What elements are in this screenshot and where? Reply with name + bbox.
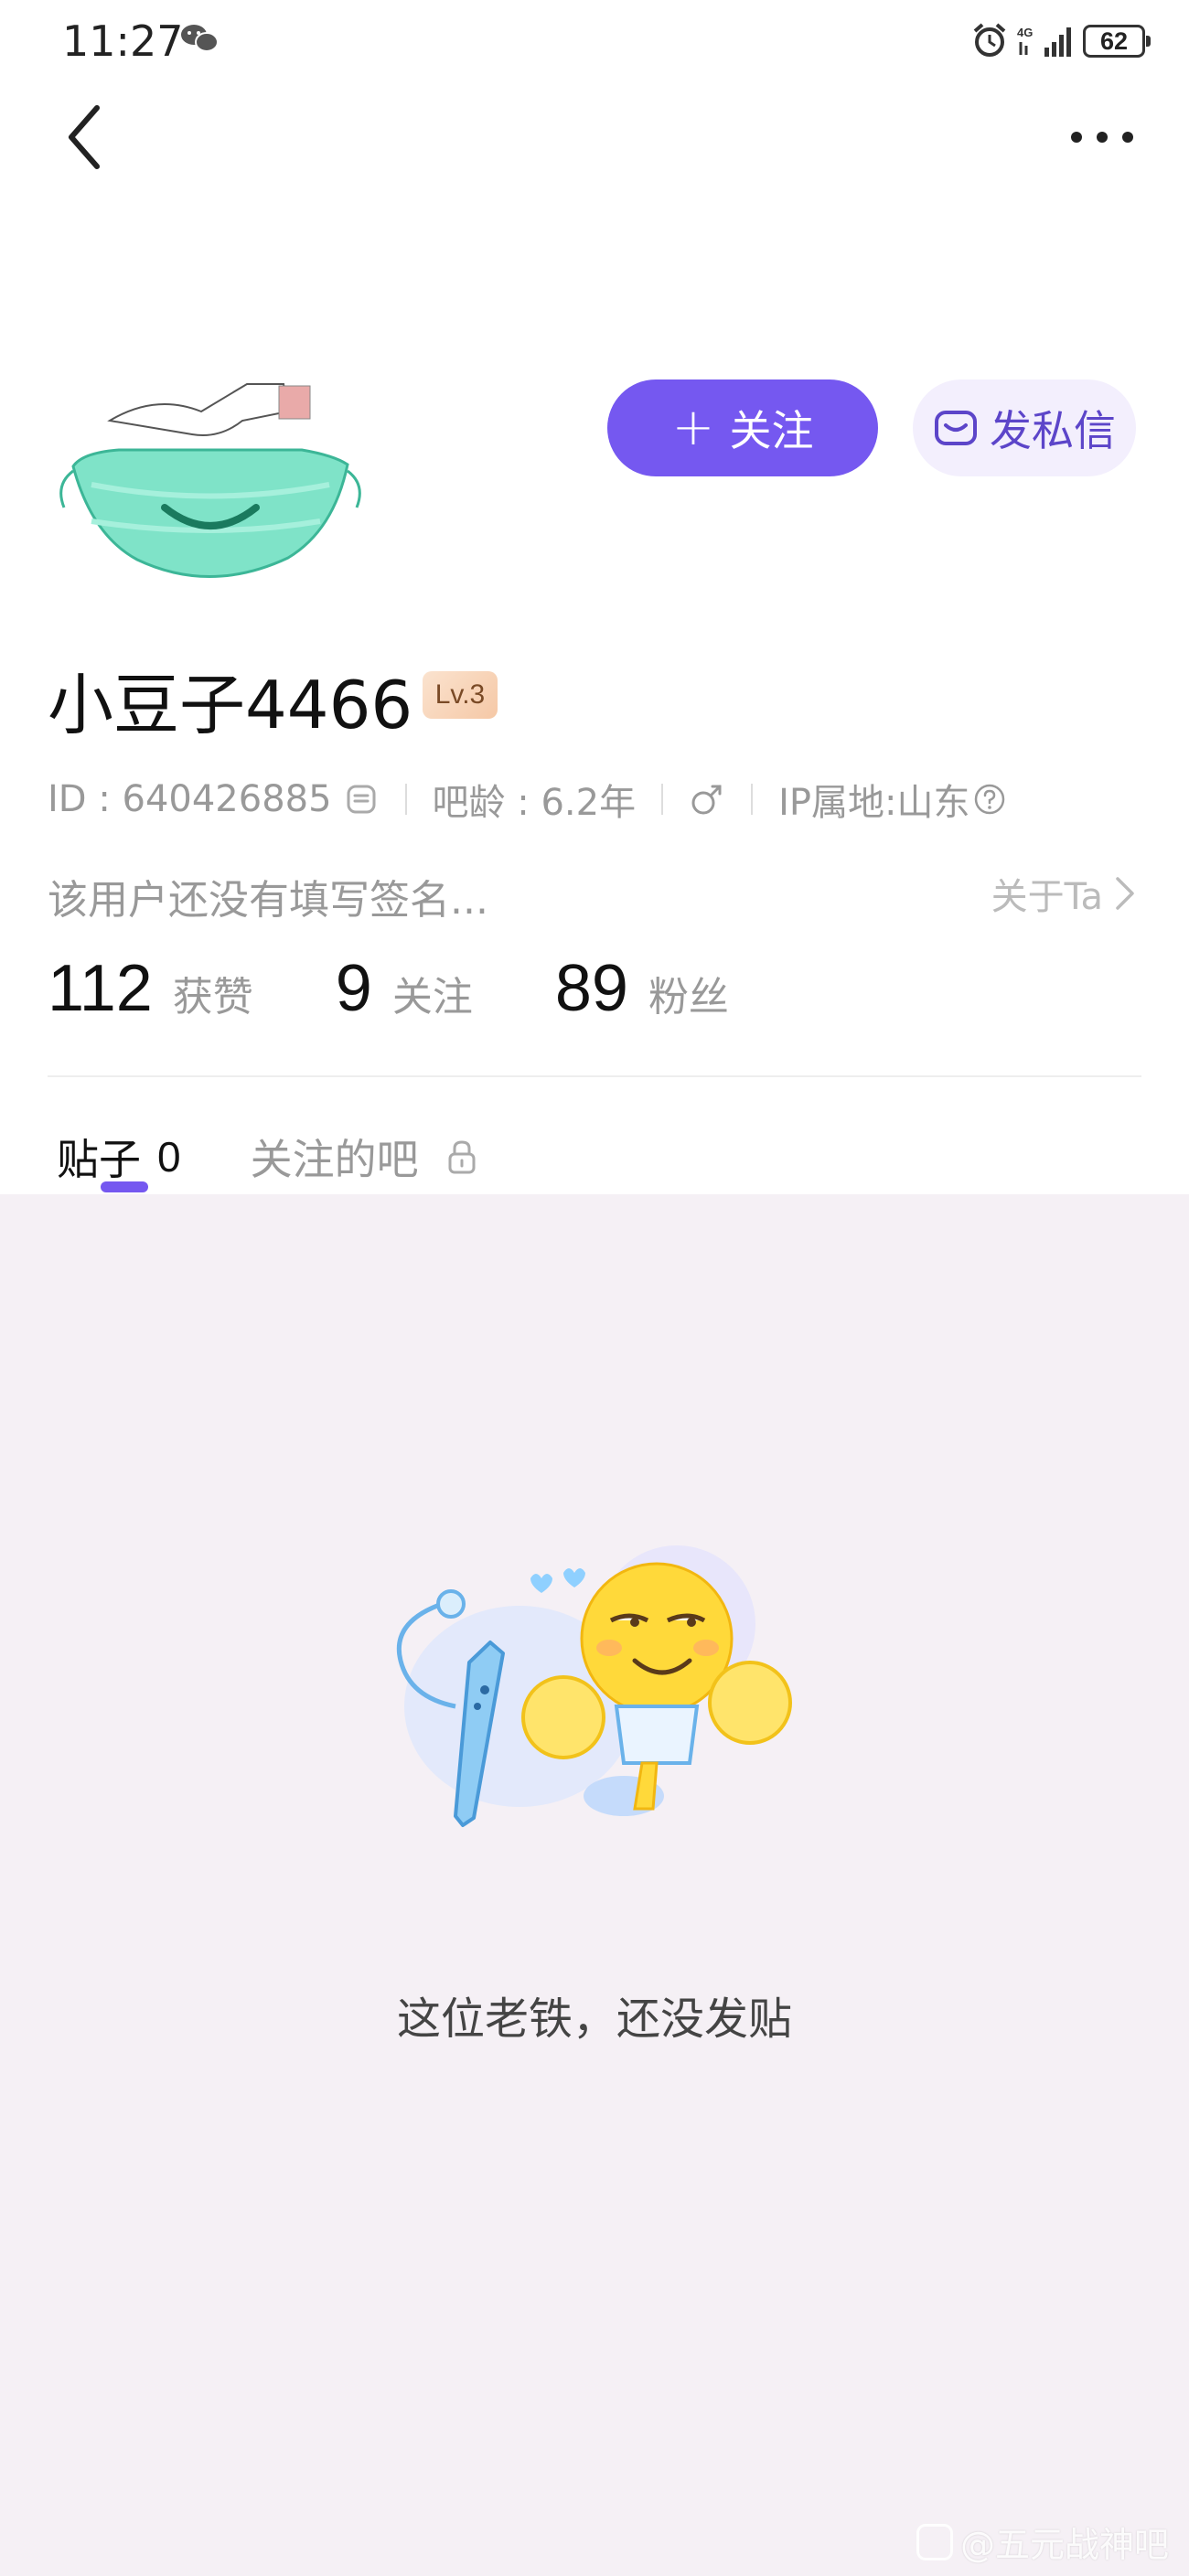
wechat-icon [181, 25, 219, 52]
fans-label[interactable]: 粉丝 [648, 964, 729, 1022]
bar-age: 吧龄 : 6.2年 [432, 782, 637, 824]
tab-posts-count: 0 [157, 1133, 181, 1181]
follow-label: 关注 [729, 406, 814, 455]
status-bar: 11:27 4G 62 [0, 0, 1189, 84]
lock-icon [448, 1140, 476, 1174]
copy-icon[interactable] [343, 781, 380, 818]
fans-count[interactable]: 89 [555, 951, 628, 1026]
avatar[interactable] [55, 347, 366, 613]
follow-button[interactable]: + 关注 [607, 379, 878, 476]
about-label: 关于Ta [991, 876, 1103, 918]
signature-text: 该用户还没有填写签名... [48, 877, 488, 924]
username: 小豆子4466 [48, 667, 413, 743]
divider [751, 784, 754, 815]
more-options-button[interactable] [1066, 114, 1139, 160]
watermark: @五元战神吧 [916, 2517, 1169, 2567]
back-button[interactable] [64, 101, 110, 174]
posts-content: 这位老铁，还没发贴 @五元战神吧 [0, 1194, 1189, 2576]
battery-indicator: 62 [1083, 25, 1151, 58]
profile-stats: 112 获赞 9 关注 89 粉丝 [48, 951, 811, 1042]
profile-meta: ID : 640426885 吧龄 : 6.2年 IP属地:山东 [48, 774, 1006, 825]
user-id: ID : 640426885 [48, 778, 332, 820]
private-message-button[interactable]: 发私信 [913, 379, 1136, 476]
likes-label: 获赞 [172, 974, 253, 1021]
chevron-right-icon [1116, 877, 1134, 910]
svg-text:4G: 4G [1017, 26, 1033, 39]
signal-icon: 4G [1017, 26, 1071, 57]
tab-posts[interactable]: 贴子 0 [57, 1127, 181, 1187]
section-divider [48, 1075, 1141, 1077]
tab-followed-bars[interactable]: 关注的吧 [251, 1127, 477, 1187]
following-count[interactable]: 9 [336, 951, 372, 1026]
level-badge: Lv.3 [423, 671, 498, 719]
message-label: 发私信 [990, 406, 1116, 455]
empty-state-message: 这位老铁，还没发贴 [396, 1993, 792, 2045]
about-link[interactable]: 关于Ta [991, 867, 1136, 920]
likes-count: 112 [48, 952, 153, 1025]
status-time: 11:27 [62, 16, 184, 66]
following-label[interactable]: 关注 [392, 964, 473, 1022]
tab-followed-bars-label: 关注的吧 [250, 1135, 419, 1184]
male-gender-icon [691, 785, 722, 815]
watermark-icon [916, 2523, 953, 2560]
active-tab-indicator [101, 1181, 148, 1192]
divider [661, 784, 664, 815]
ip-location: IP属地:山东 [778, 782, 970, 824]
watermark-text: @五元战神吧 [959, 2525, 1169, 2565]
empty-state-illustration [396, 1545, 792, 1827]
alarm-icon [973, 23, 1006, 57]
help-icon[interactable] [973, 783, 1006, 816]
mail-icon [935, 411, 977, 445]
divider [404, 784, 407, 815]
tab-posts-label: 贴子 [57, 1135, 141, 1184]
plus-icon: + [671, 398, 715, 457]
